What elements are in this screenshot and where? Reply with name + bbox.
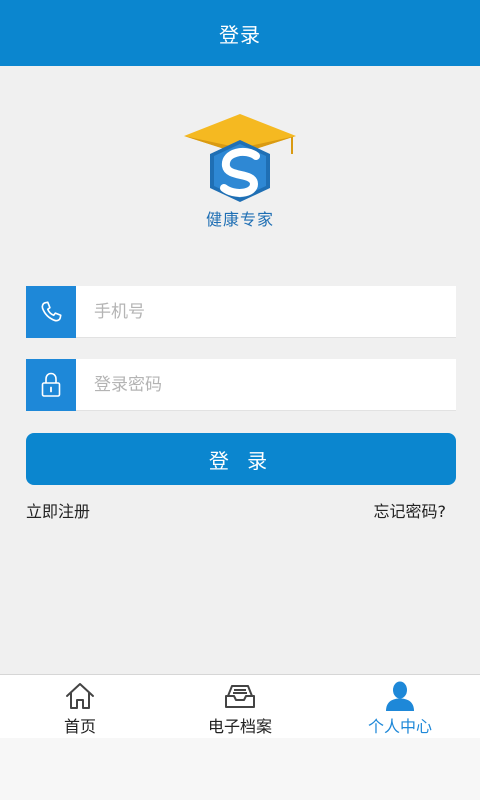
inbox-tray-icon xyxy=(223,679,257,713)
tab-records[interactable]: 电子档案 xyxy=(160,675,320,738)
bottom-tab-bar: 首页 电子档案 个人中心 xyxy=(0,674,480,738)
password-field xyxy=(26,358,456,411)
logo-brand-text: 健康专家 xyxy=(205,210,274,229)
lock-icon-box xyxy=(26,358,76,411)
phone-icon xyxy=(41,300,62,321)
page-title: 登录 xyxy=(219,22,261,47)
forgot-password-link[interactable]: 忘记密码? xyxy=(374,498,447,522)
lock-icon xyxy=(41,372,61,397)
bottom-blank-area xyxy=(0,738,480,800)
login-button[interactable]: 登 录 xyxy=(26,433,456,485)
tab-records-label: 电子档案 xyxy=(207,717,272,736)
tab-profile-label: 个人中心 xyxy=(367,717,432,736)
tab-home[interactable]: 首页 xyxy=(0,675,160,738)
tab-home-label: 首页 xyxy=(63,717,96,736)
app-logo: 健康专家 xyxy=(180,110,300,230)
login-screen: 登录 健康专家 手机号 登 录 立即注册 忘记密码? 首页 电子档案 个人中心 xyxy=(0,0,480,800)
phone-field xyxy=(26,285,456,338)
register-link[interactable]: 立即注册 xyxy=(26,498,90,522)
phone-input[interactable] xyxy=(94,291,434,332)
person-icon xyxy=(383,679,417,713)
graduation-cap-logo-icon xyxy=(184,114,296,202)
phone-icon-box xyxy=(26,285,76,338)
tab-profile[interactable]: 个人中心 xyxy=(320,675,480,738)
home-icon xyxy=(64,679,96,713)
app-header: 登录 xyxy=(0,0,480,66)
password-input[interactable] xyxy=(94,364,434,405)
